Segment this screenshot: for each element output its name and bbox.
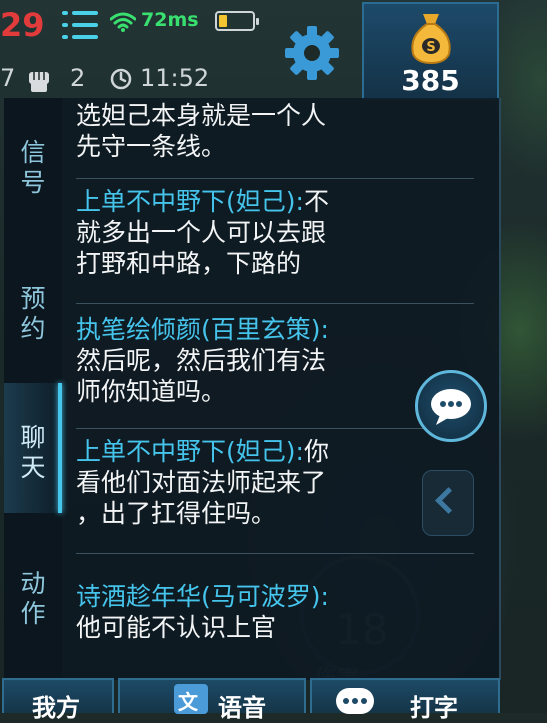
team-channel-button[interactable]: 我方 [2,678,114,722]
ping-value: 72ms [141,9,199,31]
message-divider [76,428,474,429]
message-line: 他可能不认识上官 [76,613,277,642]
svg-text:S: S [426,40,435,55]
voice-button[interactable]: 文 语音 [118,678,306,722]
voice-icon-char: 文 [178,690,198,714]
team-button-label: 我方 [32,694,80,722]
gear-icon[interactable] [283,24,341,82]
gold-panel[interactable]: S 385 [362,2,499,100]
chat-message: 选妲己本身就是一个人 先守一条线。 [76,100,460,162]
chat-message: 诗酒趁年华(马可波罗): 他可能不认识上官 [76,581,460,643]
chat-dots-icon [336,688,374,714]
tab-action[interactable]: 动作 [4,533,62,663]
tab-chat[interactable]: 聊天 [4,383,62,513]
match-time: 11:52 [140,64,210,92]
message-line: 先守一条线。 [76,132,227,161]
message-divider [76,178,474,179]
message-sender[interactable]: 上单不中野下(妲己): [76,437,304,466]
message-divider [76,553,474,554]
message-line: 你 [303,437,329,466]
battery-fill [219,15,227,27]
tab-label: 聊天 [20,423,46,482]
top-hud: 29 72ms S 385 7 2 11:52 [0,0,547,100]
bottom-bar: 我方 文 语音 打字 [0,678,547,722]
message-line: 不 [303,187,329,216]
tab-label: 预约 [20,284,46,343]
message-divider [76,303,474,304]
tab-signal[interactable]: 信号 [4,98,62,228]
message-line: 然后呢，然后我们有法 [76,346,327,375]
chat-message: 上单不中野下(妲己):你 看他们对面法师起来了 ，出了扛得住吗。 [76,436,460,529]
voice-text-icon: 文 [174,684,208,714]
money-bag-icon: S [411,14,451,64]
wifi-icon [110,12,136,32]
collapse-button[interactable] [422,470,474,536]
hamburger-menu-icon[interactable] [62,9,98,43]
death-count: 2 [70,64,86,92]
message-sender[interactable]: 诗酒趁年华(马可波罗): [76,582,329,611]
tab-label: 信号 [20,138,46,197]
chat-messages[interactable]: 选妲己本身就是一个人 先守一条线。 上单不中野下(妲己):不 就多出一个人可以去… [62,98,475,680]
chevron-left-icon [435,487,462,514]
kill-count: 29 [0,6,45,44]
fist-icon [29,72,49,92]
type-button-label: 打字 [410,694,458,722]
tab-label: 动作 [20,569,46,628]
type-button[interactable]: 打字 [310,678,500,722]
message-line: 看他们对面法师起来了 [76,468,327,497]
chat-bubble-icon [431,389,471,425]
chat-toggle-button[interactable] [415,370,487,442]
chat-message: 执笔绘倾颜(百里玄策): 然后呢，然后我们有法 师你知道吗。 [76,314,460,407]
assist-count: 7 [0,64,16,92]
message-line: 就多出一个人可以去跟 [76,218,327,247]
side-tabs: 信号 预约 聊天 动作 [4,98,62,680]
stats-row: 7 2 11:52 [0,62,270,96]
battery-icon [215,11,259,31]
gold-amount: 385 [401,64,460,97]
clock-icon [110,68,132,90]
message-sender[interactable]: 执笔绘倾颜(百里玄策): [76,315,329,344]
message-line: 打野和中路，下路的 [76,249,302,278]
message-line: 师你知道吗。 [76,377,227,406]
message-sender[interactable]: 上单不中野下(妲己): [76,187,304,216]
tab-reservation[interactable]: 预约 [4,248,62,378]
message-line: ，出了扛得住吗。 [76,499,277,528]
message-line: 选妲己本身就是一个人 [76,101,327,130]
voice-button-label: 语音 [218,694,266,722]
chat-message: 上单不中野下(妲己):不 就多出一个人可以去跟 打野和中路，下路的 [76,186,460,279]
